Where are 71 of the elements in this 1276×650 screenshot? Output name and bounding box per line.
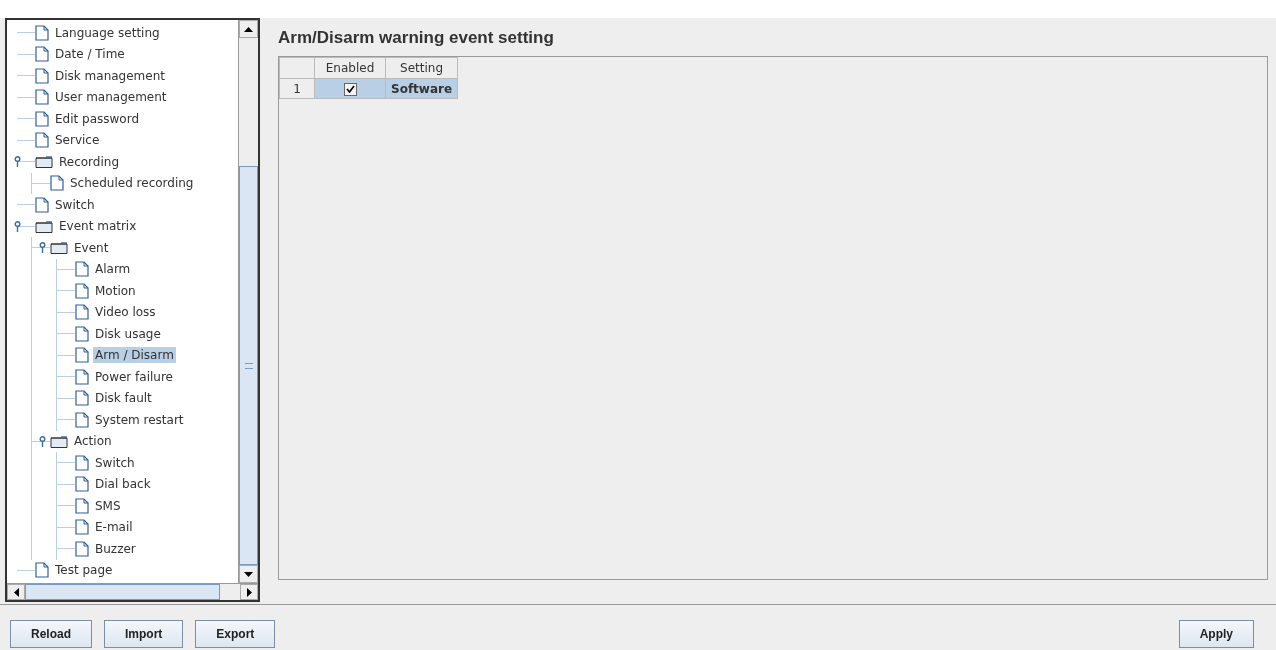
toolbar-button[interactable]: Reload — [10, 620, 92, 648]
document-icon — [35, 196, 49, 213]
tree-item[interactable]: Switch — [53, 196, 97, 213]
tree-item[interactable]: User management — [53, 89, 169, 106]
document-icon — [75, 476, 89, 493]
tree-item[interactable]: Power failure — [93, 368, 175, 385]
document-icon — [75, 325, 89, 342]
document-icon — [35, 24, 49, 41]
document-icon — [75, 497, 89, 514]
document-icon — [75, 540, 89, 557]
tree-item[interactable]: Disk fault — [93, 390, 154, 407]
expanded-handle-icon[interactable] — [14, 220, 21, 232]
checkbox[interactable] — [343, 82, 357, 96]
vertical-scrollbar[interactable] — [238, 20, 258, 583]
page-title: Arm/Disarm warning event setting — [278, 28, 555, 49]
document-icon — [75, 368, 89, 385]
tree-item[interactable]: Arm / Disarm — [93, 347, 176, 364]
expanded-handle-icon[interactable] — [14, 156, 21, 168]
document-icon — [35, 562, 49, 579]
document-icon — [35, 67, 49, 84]
tree-item[interactable]: SMS — [93, 497, 123, 514]
column-header[interactable]: Setting — [385, 57, 458, 79]
tree-item[interactable]: Video loss — [93, 304, 158, 321]
toolbar-button[interactable]: Export — [195, 620, 276, 648]
tree-item[interactable]: Test page — [53, 562, 115, 579]
tree-item[interactable]: Disk management — [53, 67, 167, 84]
tree-item[interactable]: Event matrix — [57, 218, 139, 235]
document-icon — [75, 411, 89, 428]
tree-item[interactable]: Scheduled recording — [68, 175, 196, 192]
tree-item[interactable]: Switch — [93, 454, 137, 471]
tree-item[interactable]: Event — [72, 239, 111, 256]
tree-item[interactable]: Service — [53, 132, 102, 149]
scroll-down-icon[interactable] — [244, 571, 253, 577]
document-icon — [35, 46, 49, 63]
document-icon — [75, 261, 89, 278]
document-icon — [75, 304, 89, 321]
folder-icon — [35, 155, 53, 169]
apply-button[interactable]: Apply — [1178, 620, 1254, 648]
document-icon — [75, 347, 89, 364]
document-icon — [50, 175, 64, 192]
tree-item[interactable]: Dial back — [93, 476, 153, 493]
tree-item[interactable]: Recording — [57, 153, 122, 170]
document-icon — [75, 390, 89, 407]
column-header[interactable]: Enabled — [314, 57, 386, 79]
document-icon — [35, 132, 49, 149]
document-icon — [75, 519, 89, 536]
document-icon — [35, 89, 49, 106]
tree-item[interactable]: E-mail — [93, 519, 135, 536]
document-icon — [75, 454, 89, 471]
tree-item[interactable]: Motion — [93, 282, 138, 299]
tree-item[interactable]: Date / Time — [53, 46, 127, 63]
tree-item[interactable]: Language setting — [53, 24, 162, 41]
document-icon — [75, 282, 89, 299]
horizontal-scrollbar[interactable] — [7, 583, 258, 600]
folder-icon — [50, 241, 68, 255]
tree-item[interactable]: Disk usage — [93, 325, 163, 342]
tree-item[interactable]: Action — [72, 433, 114, 450]
scroll-left-icon[interactable] — [13, 587, 19, 597]
tree-item[interactable]: Buzzer — [93, 540, 138, 557]
tree-item[interactable]: Edit password — [53, 110, 142, 127]
folder-icon — [50, 434, 68, 448]
toolbar-button[interactable]: Import — [104, 620, 184, 648]
expanded-handle-icon[interactable] — [39, 435, 46, 447]
scroll-right-icon[interactable] — [246, 587, 252, 597]
folder-icon — [35, 219, 53, 233]
row-number: 1 — [279, 78, 315, 99]
document-icon — [35, 110, 49, 127]
tree-item[interactable]: System restart — [93, 411, 186, 428]
scroll-up-icon[interactable] — [244, 26, 253, 32]
expanded-handle-icon[interactable] — [39, 242, 46, 254]
tree-item[interactable]: Alarm — [93, 261, 133, 278]
